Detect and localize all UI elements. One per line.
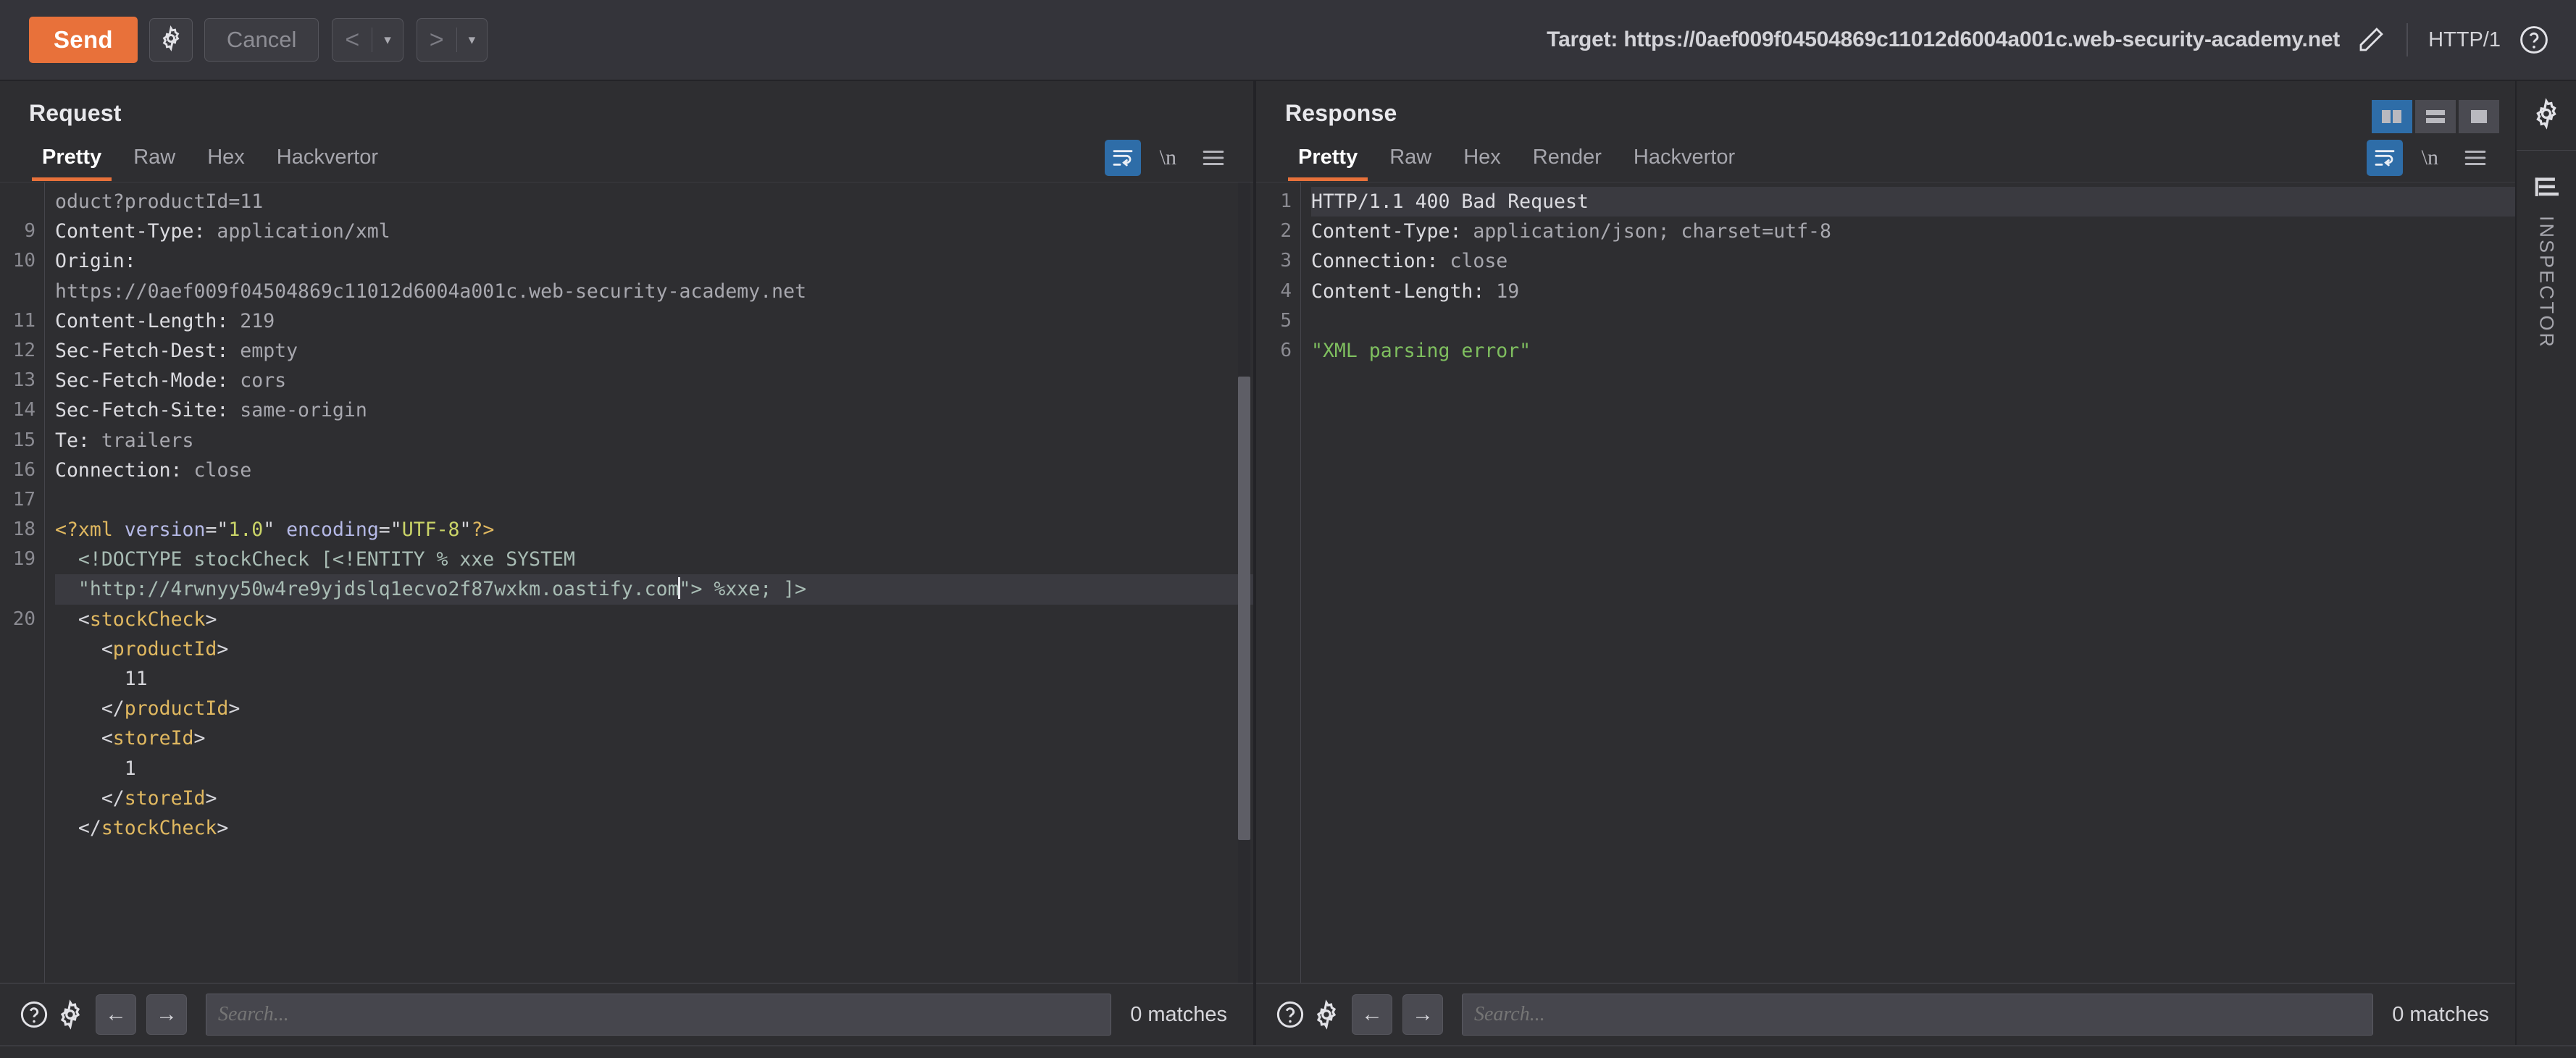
question-circle-icon[interactable] xyxy=(1275,999,1305,1030)
code-line: </productId> xyxy=(101,697,241,721)
code-line: Origin: xyxy=(55,250,148,273)
tab-request-hex[interactable]: Hex xyxy=(191,141,261,181)
gear-icon[interactable] xyxy=(55,999,85,1030)
http-version-label[interactable]: HTTP/1 xyxy=(2428,28,2501,52)
newline-toggle[interactable]: \n xyxy=(2422,146,2438,170)
search-input[interactable] xyxy=(206,994,1112,1036)
divider xyxy=(2406,23,2409,56)
inspector-rail: INSPECTOR xyxy=(2515,81,2576,1045)
inspector-icon[interactable] xyxy=(2531,175,2562,200)
request-scrollbar[interactable] xyxy=(1238,182,1250,983)
tab-response-render[interactable]: Render xyxy=(1517,141,1618,181)
code-line: <stockCheck> xyxy=(78,608,217,631)
code-line: <productId> xyxy=(101,637,229,660)
code-line: "http://4rwnyy50w4re9yjdslq1ecvo2f87wxkm… xyxy=(55,574,1253,605)
code-line: Content-Length: 19 xyxy=(1311,280,1520,303)
code-line: Content-Type: application/xml xyxy=(55,220,390,243)
inspector-label[interactable]: INSPECTOR xyxy=(2535,216,2558,349)
code-line: Te: trailers xyxy=(55,429,194,452)
question-circle-icon[interactable] xyxy=(19,999,49,1030)
code-line: https://0aef009f04504869c11012d6004a001c… xyxy=(55,280,807,303)
code-line: </stockCheck> xyxy=(78,816,229,839)
response-tabs: Pretty Raw Hex Render Hackvertor \n xyxy=(1256,127,2515,182)
code-line: Sec-Fetch-Site: same-origin xyxy=(55,399,367,422)
search-prev-button[interactable]: ← xyxy=(96,994,136,1035)
chevron-right-icon: > xyxy=(429,25,444,54)
request-search-bar: ← → 0 matches xyxy=(0,983,1253,1045)
hamburger-menu-icon[interactable] xyxy=(2457,140,2493,176)
search-prev-button[interactable]: ← xyxy=(1352,994,1392,1035)
response-tab-tools: \n xyxy=(2366,140,2493,182)
response-search-bar: ← → 0 matches xyxy=(1256,983,2515,1045)
code-line: "XML parsing error" xyxy=(1311,339,1531,362)
main-split: Request Pretty Raw Hex Hackvertor \n 9 1… xyxy=(0,81,2576,1045)
code-line: Content-Type: application/json; charset=… xyxy=(1311,220,1831,243)
request-title: Request xyxy=(29,100,122,126)
request-code[interactable]: oduct?productId=11 Content-Type: applicat… xyxy=(45,182,1253,983)
burp-repeater-window: Send Cancel < ▾ > ▾ Target: https://0aef… xyxy=(0,0,2576,1058)
tab-request-pretty[interactable]: Pretty xyxy=(26,141,117,181)
gear-icon[interactable] xyxy=(1311,999,1342,1030)
chevron-down-icon[interactable]: ▾ xyxy=(457,32,488,49)
code-line: </storeId> xyxy=(101,786,217,810)
send-button[interactable]: Send xyxy=(29,17,138,63)
newline-toggle[interactable]: \n xyxy=(1160,146,1176,170)
code-line: oduct?productId=11 xyxy=(55,190,264,213)
question-circle-icon[interactable] xyxy=(2518,24,2550,56)
request-pane: Request Pretty Raw Hex Hackvertor \n 9 1… xyxy=(0,81,1253,1045)
response-match-count: 0 matches xyxy=(2392,1002,2489,1026)
request-gutter: 9 10 11 12 13 14 15 16 17 18 19 20 xyxy=(0,182,45,983)
pencil-icon[interactable] xyxy=(2356,25,2386,55)
tab-response-pretty[interactable]: Pretty xyxy=(1282,141,1373,181)
chevron-down-icon[interactable]: ▾ xyxy=(372,32,403,49)
code-line: <storeId> xyxy=(101,727,206,750)
search-input[interactable] xyxy=(1462,994,2374,1036)
response-gutter: 123456 xyxy=(1256,182,1301,983)
word-wrap-icon[interactable] xyxy=(2366,140,2403,176)
tab-response-hex[interactable]: Hex xyxy=(1447,141,1517,181)
code-line: <!DOCTYPE stockCheck [<!ENTITY % xxe SYS… xyxy=(55,548,575,571)
prev-request-button[interactable]: < ▾ xyxy=(332,18,403,62)
chevron-left-icon: < xyxy=(345,25,360,54)
request-match-count: 0 matches xyxy=(1130,1002,1227,1026)
cancel-button[interactable]: Cancel xyxy=(204,18,319,62)
code-line: Sec-Fetch-Dest: empty xyxy=(55,339,298,362)
gear-icon xyxy=(2530,98,2562,133)
request-tab-tools: \n xyxy=(1104,140,1231,182)
tab-request-raw[interactable]: Raw xyxy=(117,141,191,181)
response-title: Response xyxy=(1285,100,1397,126)
target-area: Target: https://0aef009f04504869c11012d6… xyxy=(1547,23,2550,56)
code-line: Connection: close xyxy=(1311,250,1508,273)
target-label: Target: https://0aef009f04504869c11012d6… xyxy=(1547,28,2341,51)
code-line: HTTP/1.1 400 Bad Request xyxy=(1311,187,2515,217)
code-line: Sec-Fetch-Mode: cors xyxy=(55,369,287,392)
next-request-button[interactable]: > ▾ xyxy=(416,18,488,62)
code-line: 1 xyxy=(55,757,136,780)
code-line: Connection: close xyxy=(55,458,252,482)
code-line: 11 xyxy=(55,668,148,690)
tab-response-hackvertor[interactable]: Hackvertor xyxy=(1618,141,1751,181)
tab-request-hackvertor[interactable]: Hackvertor xyxy=(261,141,394,181)
code-line: Content-Length: 219 xyxy=(55,309,275,332)
response-pane: Response Pretty Raw Hex Render Hackverto… xyxy=(1256,81,2515,1045)
inspector-settings-button[interactable] xyxy=(2517,81,2576,151)
gear-icon xyxy=(158,25,184,55)
hamburger-menu-icon[interactable] xyxy=(1195,140,1231,176)
word-wrap-icon[interactable] xyxy=(1104,140,1141,176)
code-line: <?xml version="1.0" encoding="UTF-8"?> xyxy=(55,518,495,542)
status-footer xyxy=(0,1045,2576,1058)
response-code[interactable]: HTTP/1.1 400 Bad Request Content-Type: ap… xyxy=(1301,182,2515,983)
response-editor[interactable]: 123456 HTTP/1.1 400 Bad Request Content-T… xyxy=(1256,182,2515,983)
send-settings-button[interactable] xyxy=(149,18,193,62)
top-toolbar: Send Cancel < ▾ > ▾ Target: https://0aef… xyxy=(0,0,2576,81)
search-next-button[interactable]: → xyxy=(1402,994,1443,1035)
tab-response-raw[interactable]: Raw xyxy=(1373,141,1447,181)
request-tabs: Pretty Raw Hex Hackvertor \n xyxy=(0,127,1253,182)
request-editor[interactable]: 9 10 11 12 13 14 15 16 17 18 19 20 oduct?productI… xyxy=(0,182,1253,983)
search-next-button[interactable]: → xyxy=(146,994,187,1035)
